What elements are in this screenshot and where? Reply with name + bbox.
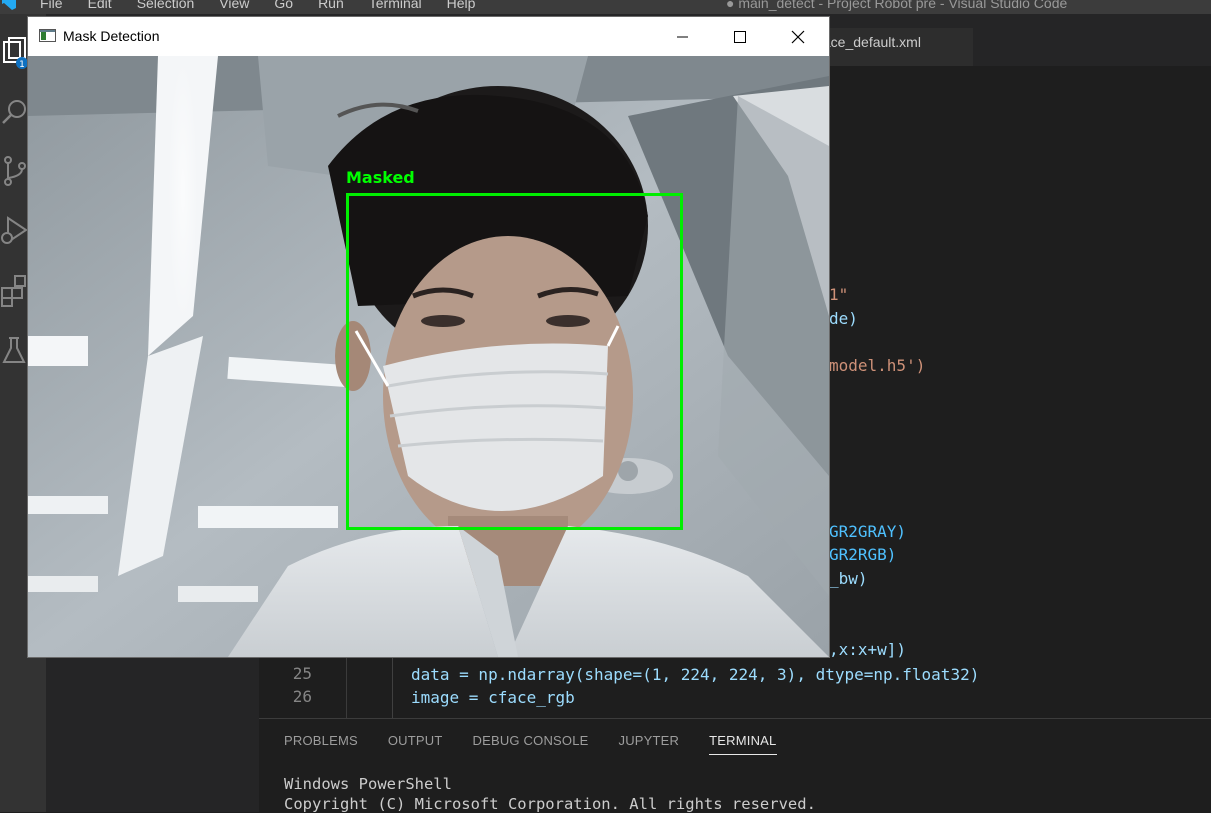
face-detection-box [346, 193, 683, 530]
testing-icon[interactable] [0, 334, 30, 368]
source-control-icon[interactable] [0, 154, 30, 188]
menu-edit[interactable]: Edit [88, 0, 112, 11]
menu-help[interactable]: Help [447, 0, 476, 11]
code-fragment: GR2GRAY) [829, 522, 907, 541]
app-window-icon [39, 29, 56, 42]
window-titlebar[interactable]: Mask Detection [28, 17, 829, 56]
code-fragment: ,x:x+w]) [829, 640, 907, 659]
code-fragment: model.h5') [829, 356, 926, 375]
code-line-25: data = np.ndarray(shape=(1, 224, 224, 3)… [411, 665, 980, 684]
tab-jupyter[interactable]: JUPYTER [619, 733, 680, 755]
line-number: 25 [292, 664, 312, 683]
menu-file[interactable]: File [40, 0, 63, 11]
code-fragment: de) [829, 309, 858, 328]
tab-debug-console[interactable]: DEBUG CONSOLE [473, 733, 589, 755]
tab-output[interactable]: OUTPUT [388, 733, 443, 755]
menu-terminal[interactable]: Terminal [369, 0, 422, 11]
explorer-icon[interactable]: 1 [0, 36, 30, 70]
terminal-line: Copyright (C) Microsoft Corporation. All… [284, 795, 816, 813]
maximize-icon[interactable] [711, 17, 769, 56]
menu-run[interactable]: Run [318, 0, 344, 11]
vscode-window-title: ● main_detect - Project Robot pre - Visu… [726, 0, 1068, 11]
menu-view[interactable]: View [219, 0, 249, 11]
vscode-menubar: File Edit Selection View Go Run Terminal… [0, 0, 1211, 14]
tab-face-default-xml[interactable]: face_default.xml [819, 34, 921, 50]
code-fragment: GR2RGB) [829, 545, 897, 564]
line-number: 26 [292, 687, 312, 706]
code-fragment: 1" [829, 285, 849, 304]
detection-label: Masked [346, 168, 415, 187]
mask-detection-window: Mask Detection Masked [28, 17, 829, 657]
terminal-line: Windows PowerShell [284, 775, 452, 793]
code-line-26: image = cface_rgb [411, 688, 575, 707]
close-icon[interactable] [769, 17, 827, 56]
indent-guide [392, 648, 393, 718]
minimize-icon[interactable] [653, 17, 711, 56]
tab-problems[interactable]: PROBLEMS [284, 733, 358, 755]
window-title: Mask Detection [63, 28, 160, 44]
vscode-logo-icon [2, 0, 16, 10]
bottom-panel: PROBLEMS OUTPUT DEBUG CONSOLE JUPYTER TE… [259, 718, 1211, 813]
search-icon[interactable] [0, 96, 30, 130]
camera-feed: Masked [28, 56, 829, 657]
run-debug-icon[interactable] [0, 214, 30, 248]
svg-text:1: 1 [19, 60, 25, 70]
code-fragment: _bw) [829, 569, 868, 588]
menu-go[interactable]: Go [274, 0, 293, 11]
extensions-icon[interactable] [0, 274, 30, 308]
tab-terminal[interactable]: TERMINAL [709, 733, 777, 755]
menu-selection[interactable]: Selection [137, 0, 195, 11]
